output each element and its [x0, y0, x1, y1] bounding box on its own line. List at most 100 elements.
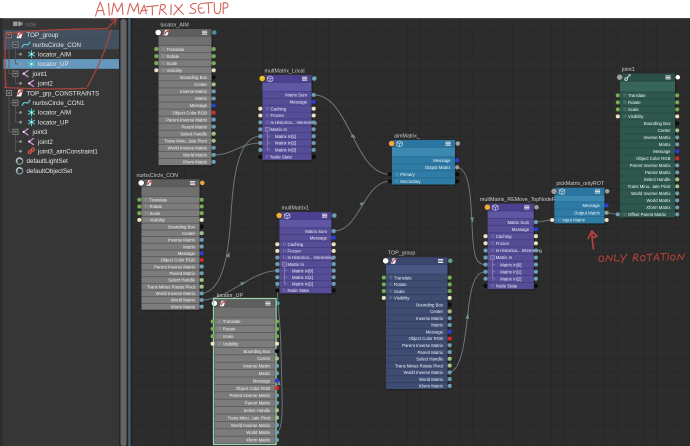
- svg-text:Inverse Matrix: Inverse Matrix: [644, 135, 672, 140]
- svg-text:Matrix: Matrix: [183, 244, 196, 249]
- svg-text:Message: Message: [426, 329, 444, 334]
- svg-text:Rotate: Rotate: [150, 204, 163, 209]
- svg-text:Bounding Box: Bounding Box: [180, 75, 208, 80]
- svg-text:Matrix Sum: Matrix Sum: [285, 93, 307, 98]
- svg-text:Message: Message: [253, 378, 271, 383]
- svg-text:World Matrix: World Matrix: [246, 430, 271, 435]
- svg-text:Center: Center: [194, 82, 207, 87]
- svg-text:locator_UP: locator_UP: [217, 293, 244, 299]
- svg-text:Is Historica... Interesting: Is Historica... Interesting: [288, 255, 335, 260]
- svg-text:Center: Center: [182, 231, 195, 236]
- svg-text:Parent Matrix: Parent Matrix: [417, 350, 443, 355]
- svg-text:Visibility: Visibility: [150, 218, 166, 223]
- svg-text:World Matrix: World Matrix: [646, 198, 671, 203]
- svg-text:Message: Message: [653, 149, 671, 154]
- svg-text:Trans Minu...tate Pivot: Trans Minu...tate Pivot: [628, 184, 672, 189]
- svg-text:TOP_grp_CONSTRAINTS: TOP_grp_CONSTRAINTS: [27, 90, 100, 97]
- svg-text:Object Color RGB: Object Color RGB: [173, 110, 208, 115]
- svg-text:Matrix: Matrix: [659, 142, 672, 147]
- svg-text:Xform Matrix: Xform Matrix: [646, 205, 671, 210]
- svg-text:Matrix In: Matrix In: [288, 262, 305, 267]
- svg-text:Select Handle: Select Handle: [168, 278, 195, 283]
- svg-text:Parent Inverse Matrix: Parent Inverse Matrix: [154, 264, 196, 269]
- svg-text:Bounding Box: Bounding Box: [416, 302, 444, 307]
- svg-text:locator_UP: locator_UP: [38, 119, 69, 126]
- svg-text:joint3_aimConstraint1: joint3_aimConstraint1: [37, 149, 98, 156]
- svg-text:Translate: Translate: [223, 319, 241, 324]
- svg-text:Xform Matrix: Xform Matrix: [419, 384, 444, 389]
- svg-text:Select Handle: Select Handle: [416, 357, 443, 362]
- svg-text:Matrix Sum: Matrix Sum: [507, 220, 529, 225]
- svg-text:Matrix In[2]: Matrix In[2]: [500, 277, 521, 282]
- svg-text:Matrix: Matrix: [195, 96, 208, 101]
- svg-text:Message: Message: [512, 227, 530, 232]
- svg-text:Object Color RGB: Object Color RGB: [409, 336, 444, 341]
- svg-text:Object Color RGB: Object Color RGB: [161, 258, 196, 263]
- svg-text:Message: Message: [582, 203, 600, 208]
- svg-text:Frozen: Frozen: [288, 249, 302, 254]
- svg-text:Node State: Node State: [271, 155, 293, 160]
- svg-text:Translate: Translate: [167, 47, 185, 52]
- svg-text:Matrix Sum: Matrix Sum: [305, 229, 327, 234]
- svg-text:Trans Minus Rotate Pivot: Trans Minus Rotate Pivot: [147, 284, 196, 289]
- svg-text:Caching: Caching: [271, 106, 287, 111]
- svg-text:Parent Matrix: Parent Matrix: [181, 124, 207, 129]
- svg-text:joint3: joint3: [32, 129, 48, 136]
- svg-text:Matrix In[0]: Matrix In[0]: [292, 268, 313, 273]
- svg-text:Matrix In: Matrix In: [496, 255, 513, 260]
- svg-text:Bounding Box: Bounding Box: [168, 224, 196, 229]
- svg-text:Scale: Scale: [394, 289, 405, 294]
- svg-text:nurbsCircle_CON1: nurbsCircle_CON1: [33, 100, 85, 107]
- svg-text:Output Matrix: Output Matrix: [574, 210, 601, 215]
- svg-text:Scale: Scale: [223, 334, 234, 339]
- svg-text:Inverse Matrix: Inverse Matrix: [180, 89, 208, 94]
- svg-text:Message: Message: [290, 100, 308, 105]
- svg-text:Node State: Node State: [496, 284, 518, 289]
- svg-text:Matrix In[0]: Matrix In[0]: [500, 262, 521, 267]
- svg-text:Matrix In[2]: Matrix In[2]: [292, 282, 313, 287]
- svg-text:Message: Message: [190, 103, 208, 108]
- svg-text:Matrix In[1]: Matrix In[1]: [500, 269, 521, 274]
- svg-text:pickMatrix_onlyROT: pickMatrix_onlyROT: [556, 181, 604, 187]
- svg-text:World Matrix: World Matrix: [419, 377, 444, 382]
- svg-text:Rotate: Rotate: [223, 327, 236, 332]
- svg-text:Object Color RGB: Object Color RGB: [236, 386, 271, 391]
- svg-text:Translate: Translate: [394, 275, 412, 280]
- svg-text:TOP_group: TOP_group: [27, 32, 59, 39]
- svg-text:Visibility: Visibility: [628, 114, 644, 119]
- svg-text:joint2: joint2: [37, 81, 53, 88]
- svg-text:side: side: [25, 22, 37, 28]
- svg-text:Caching: Caching: [288, 242, 304, 247]
- svg-text:Parent Matrix: Parent Matrix: [645, 170, 671, 175]
- svg-text:multMatrix1: multMatrix1: [282, 205, 309, 211]
- svg-text:Parent Matrix: Parent Matrix: [245, 401, 271, 406]
- svg-text:Node State: Node State: [288, 288, 310, 293]
- svg-text:Message: Message: [310, 235, 328, 240]
- svg-text:Matrix: Matrix: [259, 371, 272, 376]
- svg-text:Message: Message: [178, 251, 196, 256]
- svg-text:Scale: Scale: [628, 107, 639, 112]
- svg-text:Rotate: Rotate: [394, 282, 407, 287]
- svg-text:Object Color RGB: Object Color RGB: [636, 156, 671, 161]
- svg-text:Matrix: Matrix: [431, 323, 444, 328]
- svg-text:World Matrix: World Matrix: [171, 298, 196, 303]
- svg-text:Parent Inverse Matrix: Parent Inverse Matrix: [630, 163, 672, 168]
- svg-text:locator_AIM: locator_AIM: [38, 52, 71, 59]
- svg-text:Center: Center: [257, 356, 270, 361]
- svg-text:nurbsCircle_CON: nurbsCircle_CON: [33, 42, 81, 49]
- svg-text:Xform Matrix: Xform Matrix: [246, 438, 271, 443]
- svg-text:Center: Center: [658, 128, 671, 133]
- svg-text:Select Handle: Select Handle: [244, 408, 271, 413]
- svg-text:Matrix In[3]: Matrix In[3]: [275, 148, 296, 153]
- svg-text:locator_UP: locator_UP: [38, 61, 69, 68]
- svg-text:locator_AIM: locator_AIM: [161, 22, 189, 28]
- svg-text:Secondary: Secondary: [400, 179, 421, 184]
- svg-text:Xform Matrix: Xform Matrix: [183, 160, 208, 165]
- svg-text:Parent Inverse Matrix: Parent Inverse Matrix: [402, 343, 444, 348]
- svg-text:World Inverse Matrix: World Inverse Matrix: [168, 146, 208, 151]
- svg-text:Matrix In[2]: Matrix In[2]: [275, 141, 296, 146]
- svg-text:Trans Minus Rotate Pivot: Trans Minus Rotate Pivot: [395, 363, 444, 368]
- svg-text:Scale: Scale: [150, 211, 161, 216]
- svg-text:defaultLightSet: defaultLightSet: [27, 158, 69, 165]
- svg-text:aimMatrix_: aimMatrix_: [394, 133, 420, 139]
